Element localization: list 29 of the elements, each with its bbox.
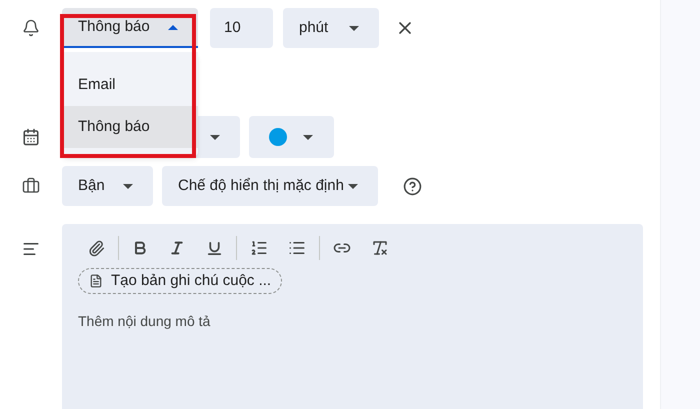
caret-down-icon xyxy=(349,26,359,30)
bold-icon[interactable] xyxy=(132,240,148,256)
briefcase-icon xyxy=(22,177,40,195)
italic-icon[interactable] xyxy=(169,240,185,256)
caret-down-icon xyxy=(123,184,133,188)
description-placeholder[interactable]: Thêm nội dung mô tả xyxy=(78,311,627,332)
color-dropdown[interactable] xyxy=(249,116,334,158)
attachment-icon[interactable] xyxy=(88,240,105,256)
notes-chip[interactable]: Tạo bản ghi chú cuộc ... xyxy=(78,268,282,294)
availability-dropdown[interactable]: Bận xyxy=(62,166,153,206)
underline-icon[interactable] xyxy=(206,240,223,256)
caret-up-icon xyxy=(168,24,178,30)
menu-item[interactable]: Email xyxy=(62,64,198,106)
clear-formatting-icon[interactable] xyxy=(371,239,389,257)
caret-down-icon xyxy=(348,184,358,188)
calendar-icon xyxy=(22,128,40,146)
bulleted-list-icon[interactable] xyxy=(288,239,306,257)
unit-dropdown[interactable]: phút xyxy=(283,8,379,48)
bell-icon xyxy=(22,19,40,37)
menu-item[interactable]: Thông báo xyxy=(62,106,198,148)
document-icon xyxy=(89,274,103,288)
help-icon[interactable] xyxy=(403,176,422,196)
caret-down-icon xyxy=(210,134,220,140)
description-editor[interactable]: Tạo bản ghi chú cuộc ... Thêm nội dung mô tả xyxy=(62,224,643,409)
caret-down-icon xyxy=(303,134,313,140)
numbered-list-icon[interactable] xyxy=(250,239,268,257)
description-icon xyxy=(22,240,40,258)
amount-field[interactable]: 10 xyxy=(210,8,273,48)
visibility-dropdown[interactable]: Chế độ hiển thị mặc định xyxy=(162,166,378,206)
